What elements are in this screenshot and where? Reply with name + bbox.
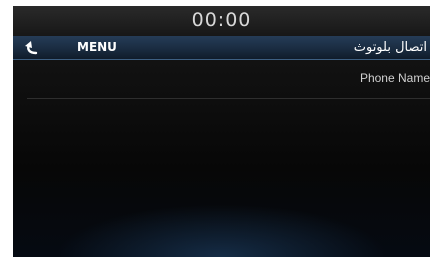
list-item-label: Phone Name — [359, 71, 430, 85]
list-item-phone-name[interactable]: Phone Name — [27, 60, 430, 99]
back-arrow-icon — [25, 40, 38, 54]
status-bar: 00:00 — [13, 6, 430, 36]
menu-button[interactable]: MENU — [71, 36, 123, 59]
head-unit-screen: 00:00 MENU اتصال بلوتوث Phone Name — [13, 6, 430, 257]
clock: 00:00 — [191, 9, 252, 31]
title-bar: MENU اتصال بلوتوث — [13, 36, 430, 60]
content-area: Phone Name — [13, 60, 430, 257]
back-button[interactable] — [19, 36, 45, 59]
page-title: اتصال بلوتوث — [353, 40, 427, 55]
